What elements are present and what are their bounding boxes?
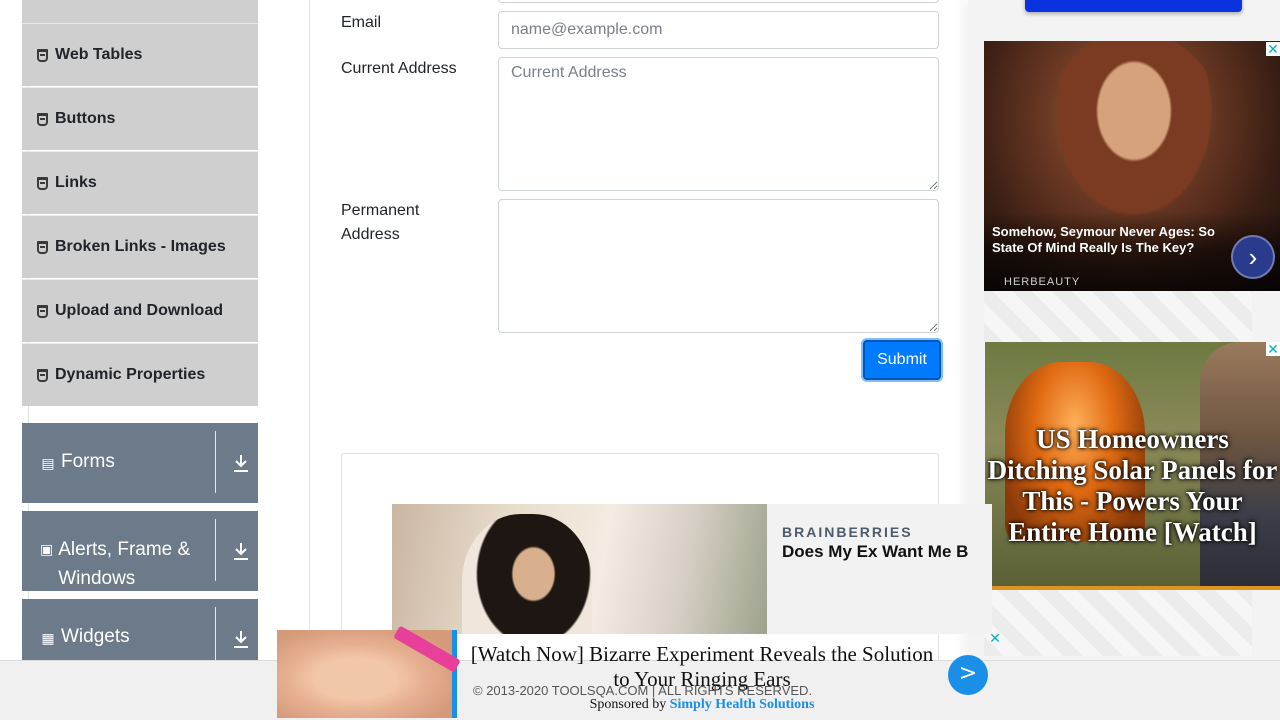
ad-background-pattern: [984, 590, 1252, 656]
group-divider: [215, 519, 216, 581]
ad-close-icon[interactable]: ✕: [1266, 342, 1280, 356]
previous-field-edge[interactable]: [498, 0, 939, 3]
ad-background-pattern: [984, 291, 1252, 342]
go-arrow-button[interactable]: >: [948, 655, 988, 695]
copyright: © 2013-2020 TOOLSQA.COM | ALL RIGHTS RES…: [473, 683, 813, 698]
group-label: Alerts, Frame & Windows: [58, 539, 191, 589]
sidebar-item-buttons[interactable]: Buttons: [22, 87, 258, 150]
group-header: ▣ Alerts, Frame & Windows: [40, 535, 210, 593]
window-icon: ▣: [40, 541, 54, 557]
sidebar-item-label: Broken Links - Images: [55, 238, 226, 255]
current-address-label: Current Address: [341, 60, 457, 77]
html5-icon: [37, 112, 48, 126]
download-arrow-icon[interactable]: [232, 541, 250, 561]
ad-sponsor-line: Sponsored by Simply Health Solutions: [462, 697, 942, 713]
permanent-address-field[interactable]: [498, 199, 939, 333]
ad-headline: US Homeowners Ditching Solar Panels for …: [987, 424, 1278, 547]
html5-icon: [37, 176, 48, 190]
widgets-icon: ▦: [41, 630, 55, 646]
sidebar-item-web-tables[interactable]: Web Tables: [22, 23, 258, 86]
email-label: Email: [341, 14, 382, 31]
sidebar-item-links[interactable]: Links: [22, 151, 258, 214]
email-field[interactable]: [498, 11, 939, 49]
submit-button[interactable]: Submit: [863, 340, 941, 380]
sidebar-item-broken-links[interactable]: Broken Links - Images: [22, 215, 258, 278]
download-arrow-icon[interactable]: [232, 629, 250, 649]
sidebar-item-label: Web Tables: [55, 46, 143, 63]
sponsored-prefix: Sponsored by: [589, 697, 667, 712]
sidebar-item-dynamic-properties[interactable]: Dynamic Properties: [22, 343, 258, 406]
ad-photo: [1044, 41, 1224, 231]
current-address-field[interactable]: [498, 57, 939, 191]
permanent-address-label: Permanent Address: [341, 202, 420, 243]
ad-close-icon[interactable]: ✕: [1266, 42, 1280, 56]
download-arrow-icon[interactable]: [232, 453, 250, 473]
ad-brand: HERBEAUTY: [1004, 276, 1081, 288]
ad-title: Does My Ex Want Me B: [782, 542, 969, 561]
ad-photo-woman: [462, 514, 592, 634]
sidebar-item-label: Dynamic Properties: [55, 366, 206, 383]
html5-icon: [37, 240, 48, 254]
next-arrow-icon[interactable]: ›: [1231, 235, 1275, 279]
sidebar-item-upload-download[interactable]: Upload and Download: [22, 279, 258, 342]
ad-cta-button[interactable]: [1025, 0, 1242, 12]
ad-solar[interactable]: US Homeowners Ditching Solar Panels for …: [985, 342, 1280, 590]
group-header: ▤ Forms: [40, 451, 115, 473]
group-header: ▦ Widgets: [40, 626, 130, 648]
sidebar-group-alerts[interactable]: ▣ Alerts, Frame & Windows: [22, 511, 258, 591]
group-label: Widgets: [61, 626, 130, 647]
group-divider: [215, 431, 216, 493]
ad-herbeauty[interactable]: Somehow, Seymour Never Ages: So State Of…: [984, 41, 1280, 291]
group-label: Forms: [61, 451, 115, 472]
sidebar-item-label: Upload and Download: [55, 302, 223, 319]
ad-headline: Somehow, Seymour Never Ages: So State Of…: [992, 224, 1215, 255]
sidebar-item-label: Buttons: [55, 110, 116, 127]
sidebar-item-label: Links: [55, 174, 97, 191]
sidebar-group-forms[interactable]: ▤ Forms: [22, 423, 258, 503]
html5-icon: [37, 304, 48, 318]
sponsor-name[interactable]: Simply Health Solutions: [670, 697, 815, 712]
html5-icon: [37, 368, 48, 382]
ad-source: BRAINBERRIES: [782, 524, 913, 540]
document-icon: ▤: [41, 455, 55, 471]
html5-icon: [37, 48, 48, 62]
sticky-ad[interactable]: [Watch Now] Bizarre Experiment Reveals t…: [277, 625, 993, 718]
ad-brainberries[interactable]: BRAINBERRIES Does My Ex Want Me B: [392, 504, 992, 634]
